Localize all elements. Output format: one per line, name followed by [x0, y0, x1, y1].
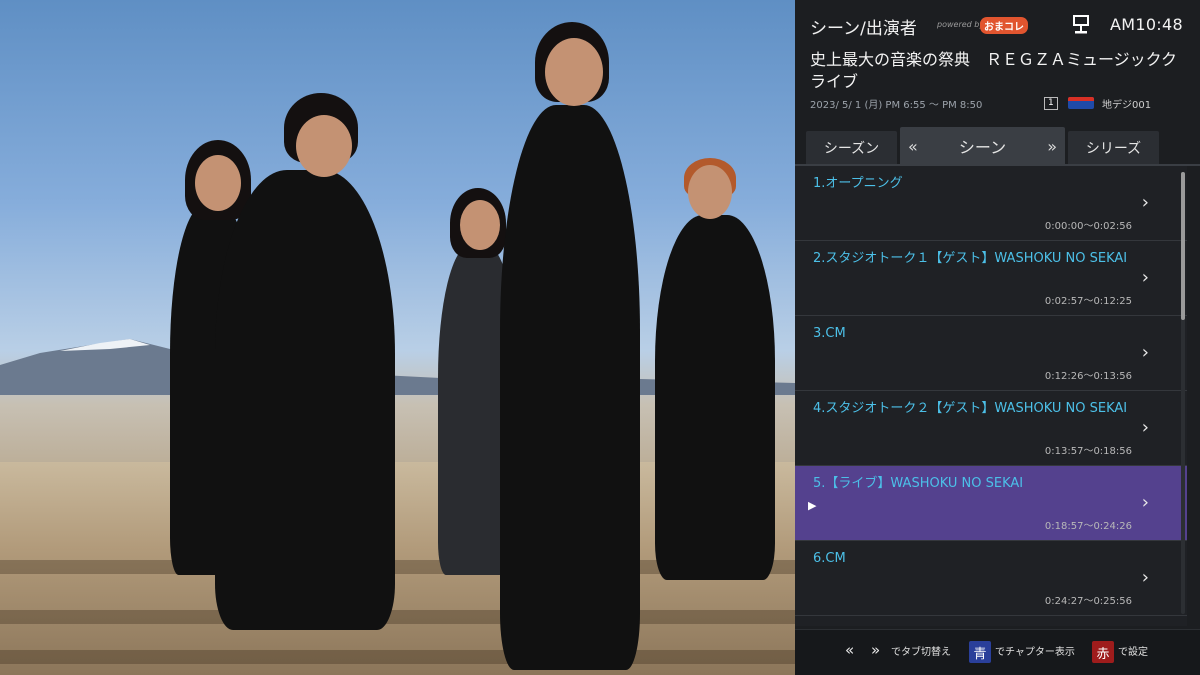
scene-title: 3.CM	[813, 326, 846, 341]
chevron-right-icon: ›	[1141, 192, 1149, 213]
chevron-right-icon: ›	[1141, 417, 1149, 438]
chevron-right-icon: ›	[1141, 567, 1149, 588]
scene-title: 6.CM	[813, 551, 846, 566]
list-item[interactable]: 3.CM › 0:12:26～0:13:56	[795, 316, 1187, 391]
chevron-right-icon: ›	[1141, 492, 1149, 513]
settings-hint: で設定	[1118, 647, 1148, 658]
broadcaster-logo	[1068, 97, 1094, 109]
scene-time: 0:18:57～0:24:26	[1044, 521, 1132, 532]
tab-switch-arrows-icon: « »	[845, 641, 887, 659]
tab-prev-icon[interactable]: «	[908, 127, 918, 165]
play-icon: ▶	[808, 499, 817, 512]
brand-logo: おまコレ	[980, 17, 1028, 34]
panel-title: シーン/出演者	[810, 19, 917, 39]
clock: AM10:48	[1110, 15, 1183, 34]
powered-by-label: powered by	[937, 20, 985, 29]
scene-time: 0:12:26～0:13:56	[1044, 371, 1132, 382]
tab-scene[interactable]: « シーン »	[900, 127, 1065, 165]
channel-number: 1	[1044, 97, 1058, 110]
scene-panel: シーン/出演者 powered by おまコレ AM10:48 史上最大の音楽の…	[795, 0, 1200, 675]
blue-key-icon: 青	[969, 641, 991, 663]
list-item[interactable]: 1.オープニング › 0:00:00～0:02:56	[795, 166, 1187, 241]
tab-series-label: シリーズ	[1085, 141, 1142, 157]
scene-title: 5.【ライブ】WASHOKU NO SEKAI	[813, 476, 1024, 491]
tab-season[interactable]: シーズン	[806, 131, 897, 165]
scene-time: 0:24:27～0:25:56	[1044, 596, 1132, 607]
program-title: 史上最大の音楽の祭典 ＲＥＧＺＡミュージッククライブ	[810, 50, 1178, 91]
antenna-icon	[1073, 15, 1089, 34]
video-preview	[0, 0, 795, 675]
scene-title: 2.スタジオトーク１【ゲスト】WASHOKU NO SEKAI	[813, 251, 1128, 266]
tab-season-label: シーズン	[823, 141, 880, 157]
list-item[interactable]: 6.CM › 0:24:27～0:25:56	[795, 541, 1187, 616]
chapter-hint: でチャプター表示	[995, 647, 1075, 658]
chevron-right-icon: ›	[1141, 267, 1149, 288]
scene-list[interactable]: 1.オープニング › 0:00:00～0:02:56 2.スタジオトーク１【ゲス…	[795, 166, 1187, 626]
scrollbar[interactable]	[1181, 172, 1185, 614]
footer-help: « » でタブ切替え 青 でチャプター表示 赤 で設定	[795, 629, 1200, 675]
program-time: 2023/ 5/ 1 (月) PM 6:55 ～ PM 8:50	[810, 100, 983, 111]
list-item[interactable]: 4.スタジオトーク２【ゲスト】WASHOKU NO SEKAI › 0:13:5…	[795, 391, 1187, 466]
scene-time: 0:13:57～0:18:56	[1044, 446, 1132, 457]
list-item-selected[interactable]: 5.【ライブ】WASHOKU NO SEKAI ▶ › 0:18:57～0:24…	[795, 466, 1187, 541]
panel-header: シーン/出演者 powered by おまコレ AM10:48	[795, 0, 1200, 50]
scroll-thumb[interactable]	[1181, 172, 1185, 320]
scene-time: 0:02:57～0:12:25	[1044, 296, 1132, 307]
channel-name: 地デジ001	[1102, 100, 1152, 111]
scene-time: 0:00:00～0:02:56	[1044, 221, 1132, 232]
tab-next-icon[interactable]: »	[1047, 127, 1057, 165]
list-item-partial[interactable]	[795, 616, 1187, 626]
red-key-icon: 赤	[1092, 641, 1114, 663]
list-item[interactable]: 2.スタジオトーク１【ゲスト】WASHOKU NO SEKAI › 0:02:5…	[795, 241, 1187, 316]
tab-series[interactable]: シリーズ	[1068, 131, 1159, 165]
chevron-right-icon: ›	[1141, 342, 1149, 363]
tab-scene-label: シーン	[958, 138, 1007, 157]
scene-title: 4.スタジオトーク２【ゲスト】WASHOKU NO SEKAI	[813, 401, 1128, 416]
scene-title: 1.オープニング	[813, 176, 903, 191]
tab-switch-hint: でタブ切替え	[891, 647, 951, 658]
